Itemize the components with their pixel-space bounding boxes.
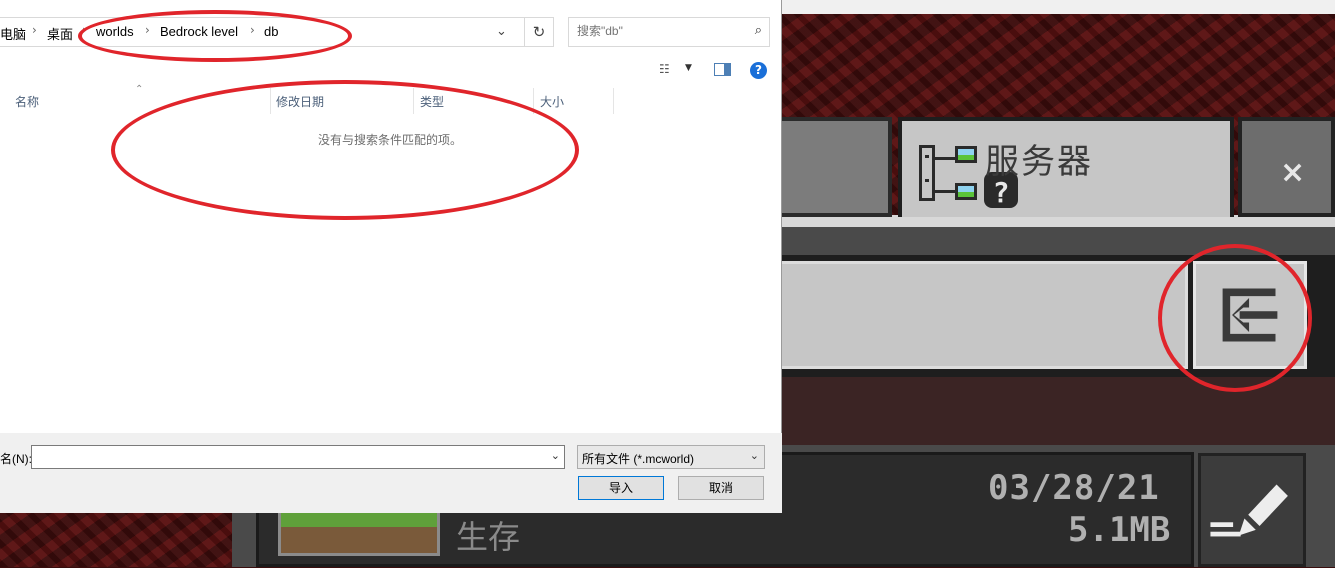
view-icon[interactable]: ☷ [659,62,670,76]
dialog-footer: 名(N): ⌄ 所有文件 (*.mcworld) ⌄ 导入 取消 [0,433,782,513]
server-address-input[interactable] [776,261,1188,369]
server-icon [919,145,977,201]
filename-label: 名(N): [0,452,32,466]
chevron-down-icon[interactable]: ⌄ [750,449,759,462]
close-icon[interactable]: × [1280,155,1305,190]
world-mode: 生存 [456,518,521,556]
annotation-ellipse [111,80,579,220]
annotation-ellipse [1158,244,1312,392]
tab-worlds[interactable] [770,117,892,217]
filetype-value: 所有文件 (*.mcworld) [582,452,695,466]
chevron-down-icon[interactable]: ▼ [685,63,692,73]
world-date: 03/28/21 [988,468,1160,508]
servers-tab-label: 服务器 [985,142,1093,182]
filename-input[interactable] [36,450,536,464]
search-box[interactable]: ⌕ [568,17,770,47]
filename-combobox[interactable]: ⌄ [31,445,565,469]
cancel-button[interactable]: 取消 [678,476,764,500]
edit-world-button[interactable] [1198,453,1306,567]
breadcrumb-item[interactable]: 电脑 [0,24,26,43]
preview-pane-icon[interactable] [714,63,731,76]
refresh-icon: ↻ [532,23,546,41]
search-input[interactable] [577,24,737,38]
annotation-ellipse [78,10,352,62]
column-name[interactable]: 名称 [15,93,39,110]
refresh-button[interactable]: ↻ [524,17,554,47]
sort-up-icon: ⌃ [135,84,144,95]
search-icon[interactable]: ⌕ [755,23,762,38]
file-open-dialog: 电脑 › 桌面 › worlds › Bedrock level › db ⌄ … [0,0,782,513]
chevron-right-icon: › [32,23,37,37]
chevron-down-icon[interactable]: ⌄ [496,24,507,39]
breadcrumb-item[interactable]: 桌面 [47,24,73,43]
filetype-select[interactable]: 所有文件 (*.mcworld) ⌄ [577,445,765,469]
world-thumbnail [278,510,440,556]
world-size: 5.1MB [1068,510,1171,550]
chevron-down-icon[interactable]: ⌄ [551,449,560,462]
column-divider[interactable] [613,88,614,114]
minecraft-top-strip [782,0,1335,14]
help-icon[interactable]: ? [750,62,767,79]
open-button[interactable]: 导入 [578,476,664,500]
column-size[interactable]: 大小 [540,93,564,110]
edit-pencil-icon [1210,484,1288,537]
